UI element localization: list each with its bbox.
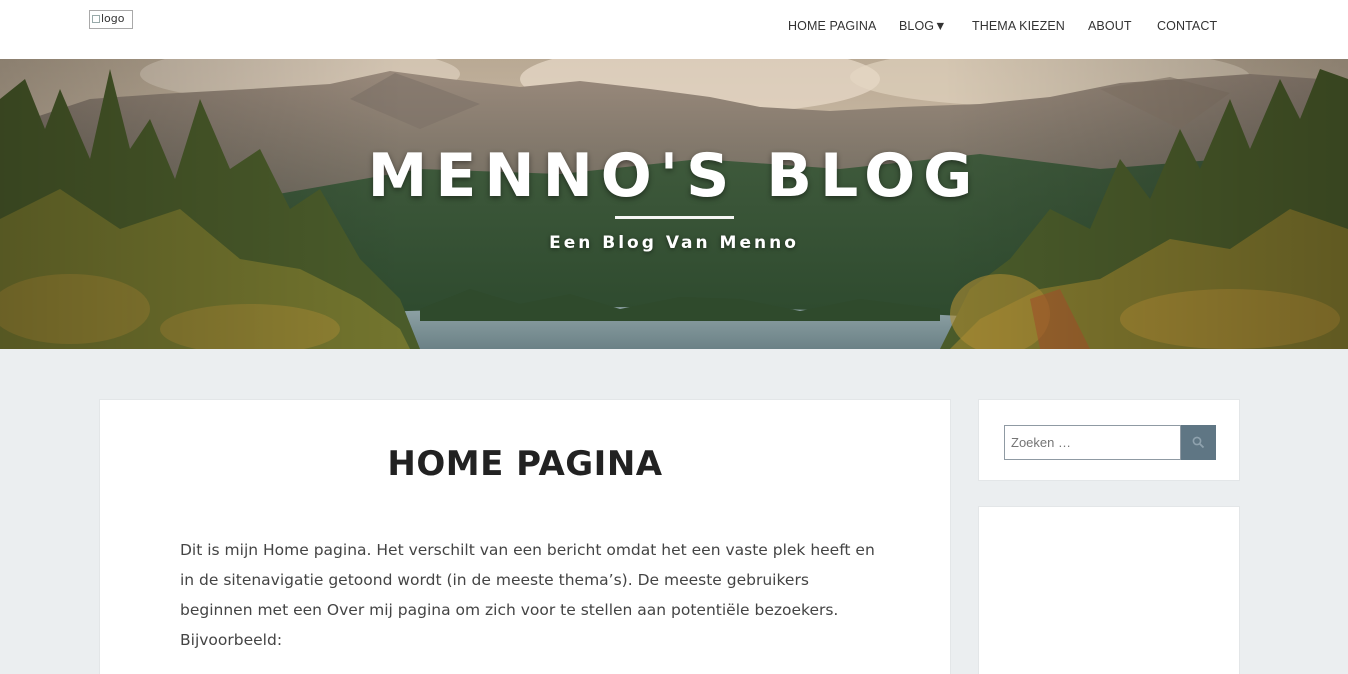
search-widget [978, 399, 1240, 481]
search-icon [1192, 436, 1205, 449]
logo-alt-text: logo [101, 12, 125, 25]
nav-home-pagina[interactable]: HOME PAGINA [788, 19, 876, 33]
nav-blog[interactable]: BLOG▼ [899, 19, 947, 33]
site-tagline: Een Blog Van Menno [549, 233, 799, 253]
search-input[interactable] [1004, 425, 1181, 460]
nav-thema-kiezen[interactable]: THEMA KIEZEN [972, 19, 1065, 33]
page-title: HOME PAGINA [387, 444, 663, 484]
page-content-card: HOME PAGINA Dit is mijn Home pagina. Het… [99, 399, 951, 674]
site-title[interactable]: MENNO'S BLOG [0, 141, 1348, 211]
broken-image-icon [92, 15, 100, 23]
nav-about[interactable]: ABOUT [1088, 19, 1132, 33]
title-divider [615, 216, 734, 219]
top-navbar: logo HOME PAGINA BLOG▼ THEMA KIEZEN ABOU… [0, 0, 1348, 59]
site-logo[interactable]: logo [89, 10, 133, 29]
sidebar-widget [978, 506, 1240, 674]
hero-banner: MENNO'S BLOG Een Blog Van Menno [0, 59, 1348, 349]
search-button[interactable] [1181, 425, 1216, 460]
nav-contact[interactable]: CONTACT [1157, 19, 1217, 33]
page-body-text: Dit is mijn Home pagina. Het verschilt v… [180, 541, 875, 649]
